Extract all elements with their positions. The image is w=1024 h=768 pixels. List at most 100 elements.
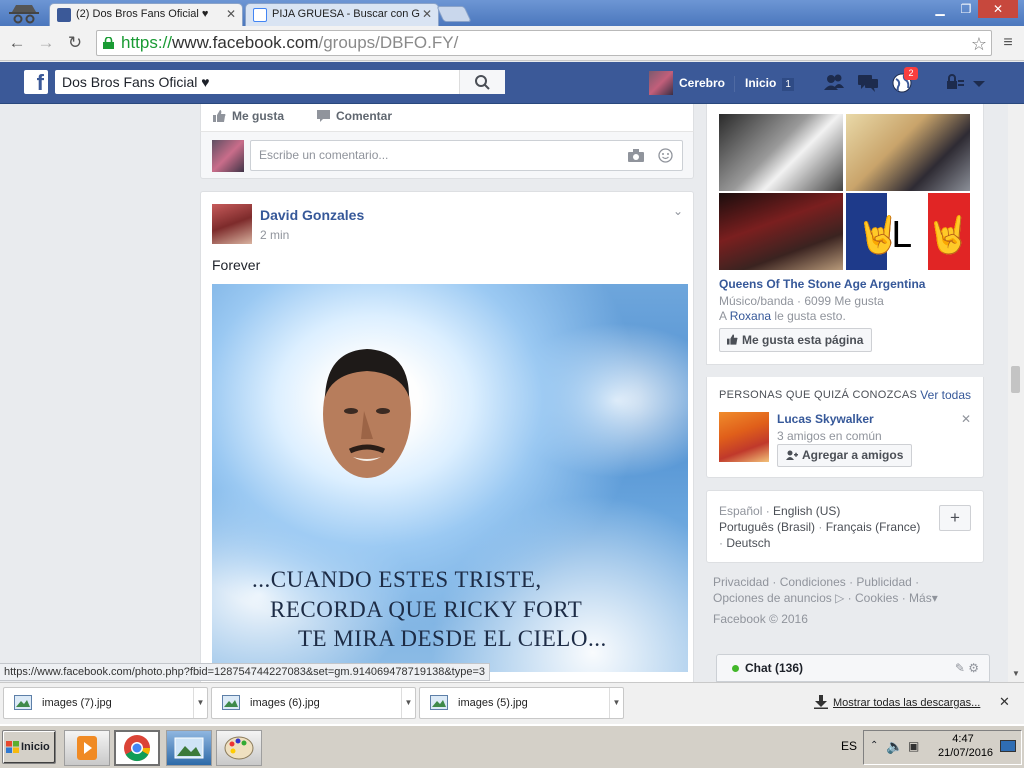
media-player-taskbar-icon[interactable]: [64, 730, 110, 766]
facebook-search-input[interactable]: Dos Bros Fans Oficial ♥: [55, 70, 505, 94]
like-page-button[interactable]: Me gusta esta página: [719, 328, 873, 352]
url-path: /groups/DBFO.FY/: [318, 33, 459, 52]
download-item[interactable]: images (7).jpg ▼: [3, 687, 208, 719]
post-timestamp[interactable]: 2 min: [260, 228, 289, 242]
minimize-button[interactable]: ▁: [926, 0, 954, 18]
paint-taskbar-icon[interactable]: [216, 730, 262, 766]
compose-icon[interactable]: ✎: [955, 661, 965, 675]
suggested-friend-avatar[interactable]: [719, 412, 769, 462]
page-photo-grid[interactable]: 🤘 L 🤘: [719, 114, 971, 270]
friend-requests-icon[interactable]: [822, 72, 846, 94]
show-desktop-icon[interactable]: [1000, 740, 1016, 752]
download-menu-chevron-down-icon[interactable]: ▼: [193, 688, 207, 718]
close-tab-icon[interactable]: ✕: [226, 4, 236, 25]
photo-caption-line: ...CUANDO ESTES TRISTE,: [252, 567, 542, 592]
show-all-downloads-link[interactable]: Mostrar todas las descargas...: [833, 697, 980, 709]
address-bar[interactable]: https://www.facebook.com/groups/DBFO.FY/…: [96, 30, 992, 56]
back-button[interactable]: ←: [6, 32, 28, 54]
comment-icon: [317, 110, 330, 122]
incognito-icon: [9, 5, 39, 24]
start-button[interactable]: Inicio: [2, 730, 56, 764]
suggested-friend-name[interactable]: Lucas Skywalker: [777, 412, 874, 426]
restore-button[interactable]: ❐: [952, 0, 980, 18]
liked-prefix: A: [719, 309, 730, 323]
language-option[interactable]: Français (France): [826, 520, 921, 534]
new-tab-button[interactable]: [436, 6, 472, 22]
download-menu-chevron-down-icon[interactable]: ▼: [609, 688, 623, 718]
close-window-button[interactable]: ✕: [978, 0, 1018, 18]
bookmark-star-icon[interactable]: ☆: [971, 32, 987, 56]
home-link[interactable]: Inicio 1: [745, 71, 794, 95]
account-menu-chevron-down-icon[interactable]: [970, 72, 988, 94]
like-page-label: Me gusta esta página: [742, 333, 864, 347]
avatar: [212, 140, 244, 172]
liked-by-link[interactable]: Roxana: [730, 309, 771, 323]
footer-link[interactable]: Opciones de anuncios: [713, 591, 832, 605]
chat-sidebar-tab[interactable]: Chat (136) ✎ ⚙: [716, 654, 990, 682]
download-item[interactable]: images (5).jpg ▼: [419, 687, 624, 719]
footer-link[interactable]: Condiciones: [780, 575, 846, 589]
downloads-bar: images (7).jpg ▼ images (6).jpg ▼ images…: [0, 682, 1024, 724]
language-option[interactable]: Português (Brasil): [719, 520, 815, 534]
image-file-icon: [430, 695, 448, 710]
search-button[interactable]: [459, 70, 505, 94]
close-downloads-close-icon[interactable]: ✕: [999, 694, 1010, 710]
reload-button[interactable]: ↻: [64, 32, 86, 54]
page-scrollbar[interactable]: ▼: [1008, 104, 1024, 682]
download-item[interactable]: images (6).jpg ▼: [211, 687, 416, 719]
system-clock[interactable]: 4:47 21/07/2016: [938, 732, 993, 760]
author-avatar[interactable]: [212, 204, 252, 244]
gear-icon[interactable]: ⚙: [968, 661, 979, 675]
mutual-friends[interactable]: 3 amigos en común: [777, 429, 882, 443]
page-photo[interactable]: [846, 114, 970, 191]
feed-post: David Gonzales 2 min ⌄ Forever ...CUANDO…: [200, 191, 694, 691]
facebook-logo-icon[interactable]: f: [24, 70, 48, 95]
input-language[interactable]: ES: [841, 739, 857, 753]
download-menu-chevron-down-icon[interactable]: ▼: [401, 688, 415, 718]
page-photo[interactable]: 🤘 L 🤘: [846, 193, 971, 270]
comment-input[interactable]: Escribe un comentario...: [250, 140, 683, 171]
tray-expand-chevron-up-icon[interactable]: ⌃: [870, 740, 878, 751]
caret-down-icon: ▾: [931, 591, 938, 605]
volume-icon[interactable]: 🔈: [886, 738, 903, 755]
tab-google-search[interactable]: PIJA GRUESA - Buscar con G ✕: [245, 3, 439, 26]
photo-caption-line: TE MIRA DESDE EL CIELO...: [298, 626, 607, 651]
chrome-menu-icon[interactable]: ≡: [997, 32, 1019, 54]
forward-button[interactable]: →: [35, 32, 57, 54]
profile-link[interactable]: Cerebro: [649, 71, 725, 95]
post-photo[interactable]: ...CUANDO ESTES TRISTE, RECORDA QUE RICK…: [212, 284, 688, 672]
add-friend-button[interactable]: Agregar a amigos: [777, 444, 912, 467]
camera-icon[interactable]: [628, 149, 644, 162]
scroll-down-arrow-icon[interactable]: ▼: [1012, 669, 1020, 678]
footer-link[interactable]: Más: [909, 591, 932, 605]
comment-button[interactable]: Comentar: [317, 108, 392, 124]
like-button[interactable]: Me gusta: [213, 108, 284, 124]
see-all-link[interactable]: Ver todas: [920, 388, 971, 402]
post-author[interactable]: David Gonzales: [260, 207, 364, 223]
page-photo[interactable]: [719, 114, 843, 191]
photo-viewer-taskbar-icon[interactable]: [166, 730, 212, 766]
page-name[interactable]: Queens Of The Stone Age Argentina: [719, 277, 925, 291]
tab-facebook-group[interactable]: (2) Dos Bros Fans Oficial ♥ ✕: [49, 3, 243, 26]
language-option[interactable]: Deutsch: [726, 536, 770, 550]
page-photo[interactable]: [719, 193, 843, 270]
close-tab-icon[interactable]: ✕: [422, 4, 432, 25]
footer-links: Opciones de anuncios ▷ · Cookies · Más▾: [713, 591, 938, 605]
browser-titlebar: (2) Dos Bros Fans Oficial ♥ ✕ PIJA GRUES…: [0, 0, 1024, 26]
footer-link[interactable]: Privacidad: [713, 575, 769, 589]
dismiss-close-icon[interactable]: ✕: [961, 412, 971, 426]
privacy-shortcuts-icon[interactable]: [944, 72, 966, 94]
language-option[interactable]: English (US): [773, 504, 840, 518]
facebook-header: f Dos Bros Fans Oficial ♥ Cerebro Inicio…: [0, 62, 1024, 104]
post-options-chevron-down-icon[interactable]: ⌄: [673, 204, 683, 218]
footer-link[interactable]: Publicidad: [856, 575, 911, 589]
ad-choices-icon: ▷: [835, 591, 845, 605]
footer-link[interactable]: Cookies: [855, 591, 898, 605]
network-icon[interactable]: ▣: [908, 739, 919, 753]
emoji-icon[interactable]: [658, 148, 673, 163]
more-languages-button[interactable]: +: [939, 505, 971, 531]
messages-icon[interactable]: [856, 72, 880, 94]
scrollbar-thumb[interactable]: [1011, 366, 1020, 393]
download-filename: images (5).jpg: [458, 697, 528, 709]
chrome-taskbar-icon[interactable]: [114, 730, 160, 766]
